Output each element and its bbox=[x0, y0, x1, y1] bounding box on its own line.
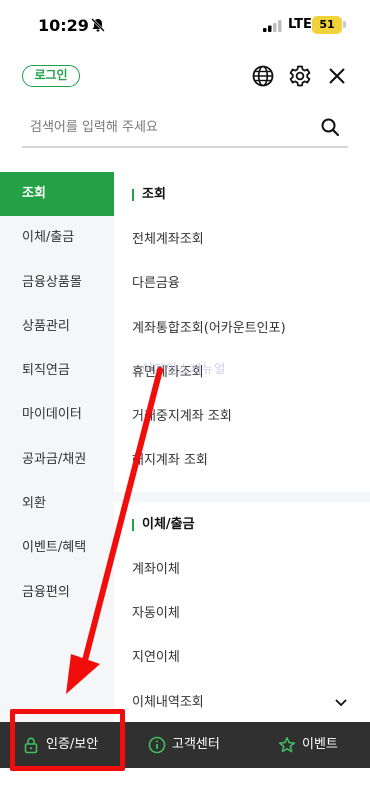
menu-item-utility-bonds[interactable]: 공과금/채권 bbox=[0, 438, 114, 482]
submenu-item-expandable[interactable]: 이체내역조회 bbox=[114, 681, 370, 722]
event-label: 이벤트 bbox=[302, 737, 338, 752]
menu-item-forex[interactable]: 외환 bbox=[0, 482, 114, 526]
submenu-item[interactable]: 자동이체 bbox=[114, 592, 370, 636]
submenu-item[interactable]: 전체계좌조회 bbox=[114, 218, 370, 262]
submenu-item-label: 이체내역조회 bbox=[132, 694, 204, 710]
battery-icon: 51 bbox=[312, 16, 342, 34]
gear-icon[interactable] bbox=[287, 63, 313, 89]
battery-tip bbox=[343, 21, 346, 28]
status-bar: 10:29 LTE 51 bbox=[0, 0, 370, 50]
search-bar bbox=[22, 106, 348, 148]
menu-item-inquiry[interactable]: 조회 bbox=[0, 172, 114, 217]
highlight-box bbox=[10, 709, 125, 771]
submenu-item[interactable]: 계좌통합조회(어카운트인포) bbox=[114, 307, 370, 351]
section-heading-inquiry: 조회 bbox=[114, 172, 370, 218]
info-icon bbox=[148, 736, 166, 754]
close-icon[interactable] bbox=[324, 63, 350, 89]
star-icon bbox=[278, 737, 296, 753]
bell-muted-icon bbox=[91, 18, 105, 32]
submenu-panel: 조회 전체계좌조회 다른금융 계좌통합조회(어카운트인포) 휴면계좌조회 거래중… bbox=[114, 172, 370, 722]
globe-icon[interactable] bbox=[250, 63, 276, 89]
menu-item-mydata[interactable]: 마이데이터 bbox=[0, 393, 114, 437]
watermark-text: 이자안소개뉴얼 bbox=[142, 362, 227, 376]
network-type: LTE bbox=[288, 17, 312, 32]
menu-item-events[interactable]: 이벤트/혜택 bbox=[0, 526, 114, 570]
battery-level: 51 bbox=[319, 18, 335, 31]
menu-item-pension[interactable]: 퇴직연금 bbox=[0, 349, 114, 393]
event-button[interactable]: 이벤트 bbox=[278, 722, 358, 768]
status-time: 10:29 bbox=[38, 16, 89, 35]
menu-item-product-management[interactable]: 상품관리 bbox=[0, 305, 114, 349]
submenu-item[interactable]: 해지계좌 조회 bbox=[114, 439, 370, 483]
category-menu: 조회 이체/출금 금융상품몰 상품관리 퇴직연금 마이데이터 공과금/채권 외환… bbox=[0, 172, 114, 722]
customer-center-button[interactable]: 고객센터 bbox=[148, 722, 238, 768]
search-icon[interactable] bbox=[320, 117, 340, 137]
section-divider bbox=[114, 491, 370, 502]
submenu-item[interactable]: 지연이체 bbox=[114, 636, 370, 680]
login-button[interactable]: 로그인 bbox=[22, 65, 80, 87]
menu-item-transfer[interactable]: 이체/출금 bbox=[0, 216, 114, 260]
section-heading-transfer: 이체/출금 bbox=[114, 502, 370, 548]
menu-item-convenience[interactable]: 금융편의 bbox=[0, 571, 114, 615]
submenu-item[interactable]: 거래중지계좌 조회 bbox=[114, 395, 370, 439]
search-input[interactable] bbox=[30, 116, 300, 138]
signal-icon bbox=[263, 20, 282, 32]
section-title: 조회 bbox=[142, 187, 166, 202]
submenu-item[interactable]: 계좌이체 bbox=[114, 548, 370, 592]
chevron-down-icon[interactable] bbox=[334, 697, 348, 709]
customer-center-label: 고객센터 bbox=[172, 737, 220, 752]
submenu-item[interactable]: 다른금융 bbox=[114, 262, 370, 306]
section-title: 이체/출금 bbox=[142, 516, 195, 532]
menu-item-products[interactable]: 금융상품몰 bbox=[0, 261, 114, 305]
